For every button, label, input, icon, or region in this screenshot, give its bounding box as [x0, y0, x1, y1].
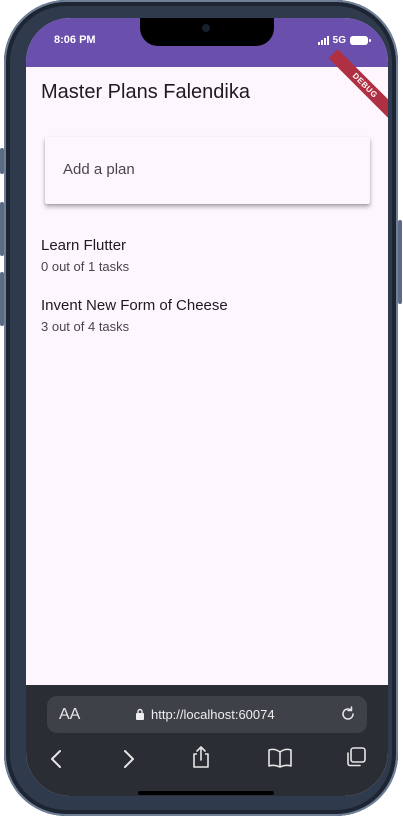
text-size-button[interactable]: AA — [59, 706, 80, 724]
power-button — [398, 220, 402, 304]
volume-up-button — [0, 202, 4, 256]
address-bar[interactable]: AA http://localhost:60074 — [47, 696, 367, 733]
home-indicator — [138, 791, 274, 795]
battery-icon — [350, 36, 371, 45]
bookmarks-icon[interactable] — [267, 747, 293, 769]
screen: 8:06 PM 5G DEBUG Master Plans Falendika … — [26, 18, 388, 796]
plan-progress: 0 out of 1 tasks — [41, 259, 130, 274]
add-plan-input[interactable]: Add a plan — [63, 161, 135, 178]
tabs-icon[interactable] — [345, 746, 367, 768]
text-size-label: AA — [59, 706, 81, 723]
phone-frame: 8:06 PM 5G DEBUG Master Plans Falendika … — [0, 0, 402, 816]
share-icon[interactable] — [191, 745, 211, 769]
plan-progress: 3 out of 4 tasks — [41, 319, 130, 334]
signal-icon — [317, 36, 329, 45]
plan-title: Invent New Form of Cheese — [41, 297, 228, 314]
browser-toolbar: AA http://localhost:60074 — [26, 685, 388, 796]
plan-item-invent-cheese[interactable]: Invent New Form of Cheese 3 out of 4 tas… — [41, 297, 361, 334]
network-label: 5G — [332, 35, 346, 46]
add-plan-card[interactable]: Add a plan — [45, 137, 370, 204]
status-time: 8:06 PM — [54, 34, 96, 46]
front-camera — [202, 24, 210, 32]
silent-switch — [0, 148, 4, 174]
status-indicators: 5G — [317, 35, 371, 46]
plan-title: Learn Flutter — [41, 237, 127, 254]
plan-item-learn-flutter[interactable]: Learn Flutter 0 out of 1 tasks — [41, 237, 361, 274]
forward-icon[interactable] — [119, 749, 137, 769]
reload-icon[interactable] — [339, 705, 357, 723]
notch — [140, 18, 274, 46]
lock-icon — [136, 708, 144, 720]
volume-down-button — [0, 272, 4, 326]
url-text: http://localhost:60074 — [151, 707, 275, 722]
back-icon[interactable] — [48, 749, 66, 769]
page-title: Master Plans Falendika — [41, 81, 250, 103]
